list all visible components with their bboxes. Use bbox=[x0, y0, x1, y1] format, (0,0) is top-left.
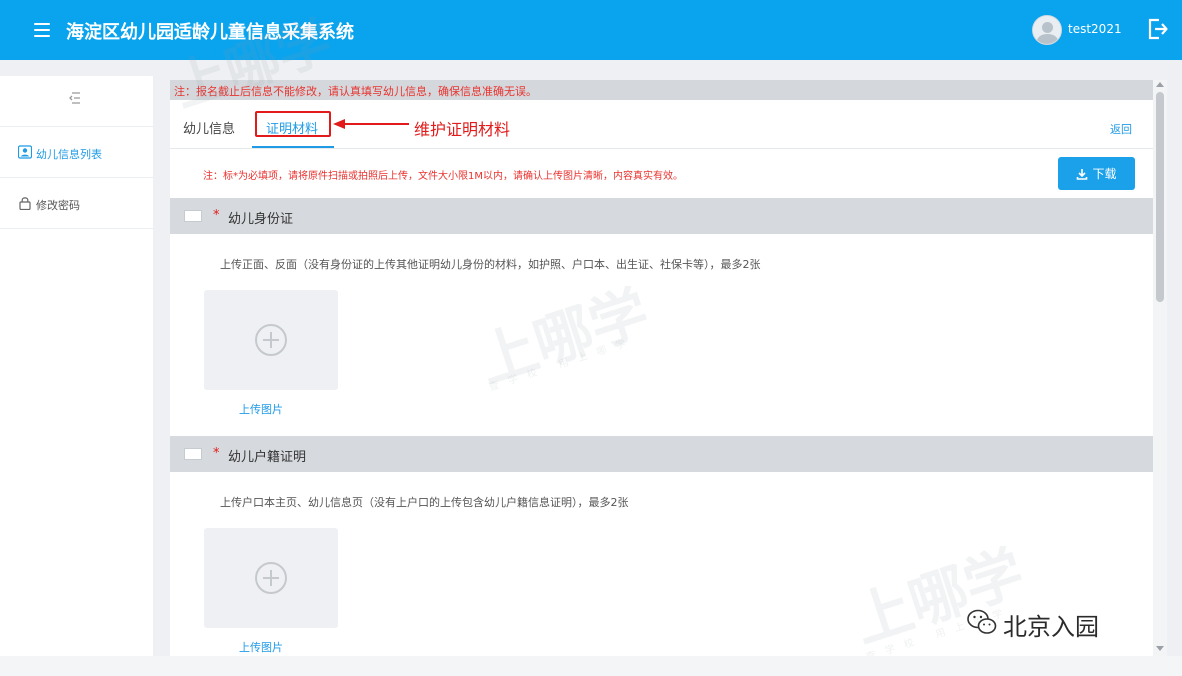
section-toggle-icon[interactable] bbox=[184, 210, 202, 222]
sidebar-item-child-info-list[interactable]: 幼儿信息列表 bbox=[0, 127, 153, 177]
deadline-notice: 注：报名截止后信息不能修改，请认真填写幼儿信息，确保信息准确无误。 bbox=[174, 85, 537, 98]
section-header-household: * 幼儿户籍证明 bbox=[170, 436, 1153, 472]
required-note: 注：标*为必填项，请将原件扫描或拍照后上传，文件大小限1M以内，请确认上传图片清… bbox=[203, 171, 683, 182]
user-avatar[interactable] bbox=[1032, 15, 1062, 45]
plus-circle-icon bbox=[255, 324, 287, 356]
annotation-arrow-icon bbox=[333, 119, 409, 129]
back-link[interactable]: 返回 bbox=[1110, 121, 1132, 137]
download-label: 下载 bbox=[1092, 167, 1117, 181]
wechat-account-name: 北京入园 bbox=[1003, 613, 1099, 641]
section-toggle-icon[interactable] bbox=[184, 448, 202, 460]
notice-bar: 注：报名截止后信息不能修改，请认真填写幼儿信息，确保信息准确无误。 bbox=[170, 80, 1153, 100]
sidebar-item-change-password[interactable]: 修改密码 bbox=[0, 178, 153, 228]
section-title: 幼儿户籍证明 bbox=[228, 450, 307, 465]
bottom-strip bbox=[0, 656, 1182, 676]
user-card-icon bbox=[18, 145, 32, 159]
top-header: 海淀区幼儿园适龄儿童信息采集系统 test2021 bbox=[0, 0, 1182, 60]
annotation-highlight-box bbox=[255, 111, 331, 137]
section-header-id-card: * 幼儿身份证 bbox=[170, 198, 1153, 234]
vertical-scrollbar[interactable] bbox=[1153, 80, 1167, 656]
divider bbox=[0, 228, 153, 229]
wechat-icon bbox=[967, 609, 997, 634]
upload-box-id-card[interactable] bbox=[204, 290, 338, 390]
download-icon bbox=[1077, 168, 1088, 180]
scrollbar-thumb[interactable] bbox=[1156, 92, 1164, 302]
tabs-divider bbox=[170, 148, 1153, 149]
collapse-sidebar-icon[interactable] bbox=[68, 90, 84, 106]
sidebar: 幼儿信息列表 修改密码 bbox=[0, 76, 153, 656]
upload-image-link[interactable]: 上传图片 bbox=[239, 401, 283, 417]
section-description: 上传正面、反面（没有身份证的上传其他证明幼儿身份的材料，如护照、户口本、出生证、… bbox=[220, 258, 761, 271]
annotation-label: 维护证明材料 bbox=[414, 120, 511, 139]
tab-child-info[interactable]: 幼儿信息 bbox=[183, 118, 235, 137]
main-content: 注：报名截止后信息不能修改，请认真填写幼儿信息，确保信息准确无误。 幼儿信息 证… bbox=[170, 80, 1153, 656]
section-description: 上传户口本主页、幼儿信息页（没有上户口的上传包含幼儿户籍信息证明），最多2张 bbox=[220, 496, 629, 509]
scroll-up-arrow-icon[interactable] bbox=[1156, 82, 1164, 87]
sidebar-item-label: 修改密码 bbox=[36, 199, 80, 212]
lock-icon bbox=[19, 197, 31, 210]
sidebar-item-label: 幼儿信息列表 bbox=[36, 148, 102, 161]
required-mark: * bbox=[213, 208, 220, 223]
hamburger-menu-icon[interactable] bbox=[34, 23, 50, 37]
logout-icon[interactable] bbox=[1146, 17, 1168, 41]
plus-circle-icon bbox=[255, 562, 287, 594]
required-mark: * bbox=[213, 446, 220, 461]
section-title: 幼儿身份证 bbox=[228, 212, 294, 227]
app-title: 海淀区幼儿园适龄儿童信息采集系统 bbox=[66, 22, 354, 43]
username[interactable]: test2021 bbox=[1068, 22, 1122, 36]
upload-image-link[interactable]: 上传图片 bbox=[239, 639, 283, 655]
upload-box-household[interactable] bbox=[204, 528, 338, 628]
scroll-down-arrow-icon[interactable] bbox=[1156, 646, 1164, 651]
download-button[interactable]: 下载 bbox=[1058, 157, 1135, 190]
